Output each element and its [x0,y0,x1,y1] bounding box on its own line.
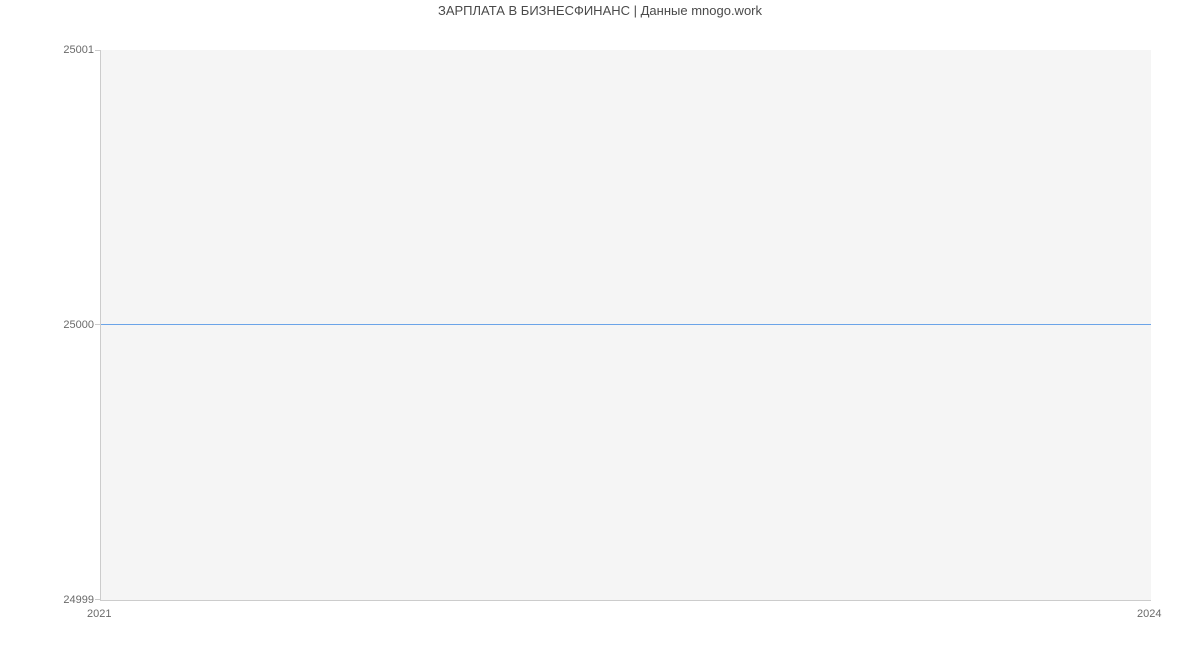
plot-area [100,50,1151,601]
y-tick-label: 25001 [4,44,94,56]
chart-title: ЗАРПЛАТА В БИЗНЕСФИНАНС | Данные mnogo.w… [0,3,1200,18]
x-tick-label: 2021 [87,608,111,620]
y-tick-label: 25000 [4,319,94,331]
y-tick-label: 24999 [4,594,94,606]
chart-container: ЗАРПЛАТА В БИЗНЕСФИНАНС | Данные mnogo.w… [0,0,1200,650]
data-line [101,324,1151,325]
x-tick-label: 2024 [1137,608,1161,620]
